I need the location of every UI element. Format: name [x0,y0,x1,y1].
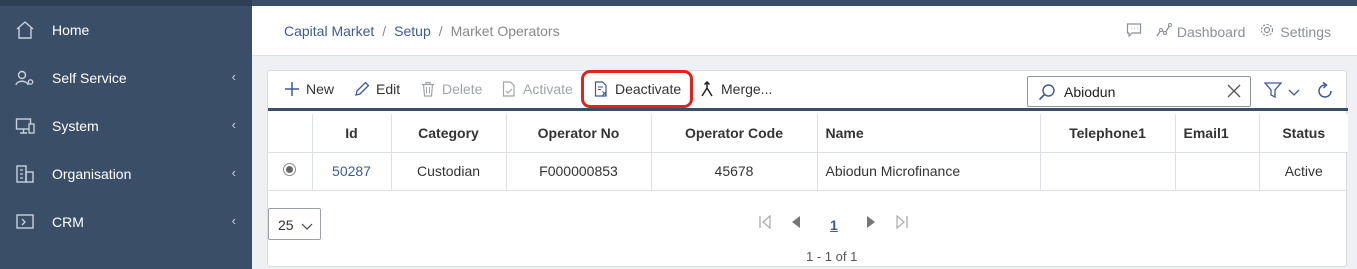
cell-id[interactable]: 50287 [312,152,392,191]
top-bar: Capital Market / Setup / Market Operator… [252,0,1357,56]
crm-icon [15,212,35,232]
home-icon [15,20,35,40]
settings-label: Settings [1280,23,1331,40]
sidebar-item-label: CRM [52,214,84,230]
activate-button[interactable]: Activate [501,81,573,97]
table-header-row: Id Category Operator No Operator Code Na… [268,114,1348,153]
deactivate-label: Deactivate [615,81,682,97]
breadcrumb-separator: / [382,23,387,39]
merge-icon [699,81,715,97]
main-content: Capital Market / Setup / Market Operator… [252,0,1357,269]
delete-label: Delete [442,81,483,97]
sidebar-item-system[interactable]: System ‹ [0,102,252,150]
breadcrumb-current: Market Operators [450,23,560,39]
settings-link[interactable]: Settings [1259,22,1331,41]
cell-operator-no: F000000853 [506,152,652,191]
refresh-icon [1315,81,1335,104]
dashboard-label: Dashboard [1176,23,1246,40]
delete-button[interactable]: Delete [420,81,482,97]
column-header-telephone1[interactable]: Telephone1 [1040,114,1176,153]
chevron-down-icon [1288,84,1300,100]
cell-operator-code: 45678 [651,152,818,191]
column-header-name[interactable]: Name [817,114,1041,153]
monitor-icon [15,116,35,136]
column-header-email1[interactable]: Email1 [1175,114,1260,153]
sidebar-item-home[interactable]: Home [0,6,252,54]
deactivate-button[interactable]: Deactivate [593,81,681,97]
table-row[interactable]: 50287 Custodian F000000853 45678 Abiodun… [268,152,1348,191]
breadcrumb: Capital Market / Setup / Market Operator… [284,23,560,39]
filter-icon [1263,82,1283,101]
previous-page-icon[interactable] [790,215,802,232]
column-header-category[interactable]: Category [391,114,507,153]
sidebar-item-crm[interactable]: CRM ‹ [0,198,252,246]
pager-info: 1 - 1 of 1 [806,249,858,264]
last-page-icon[interactable] [895,214,909,232]
sidebar: Home Self Service ‹ System ‹ Organisatio… [0,0,252,269]
comment-icon [1126,22,1142,41]
sidebar-item-label: Home [52,22,90,38]
search-input[interactable]: Abiodun [1027,76,1251,107]
chevron-left-icon: ‹ [231,69,236,84]
id-link[interactable]: 50287 [332,163,371,179]
page-size-value: 25 [278,217,294,233]
chevron-left-icon: ‹ [231,117,236,132]
top-actions: Dashboard Settings [1126,22,1331,41]
column-header-operator-no[interactable]: Operator No [506,114,652,153]
plus-icon [284,81,300,97]
toolbar: New Edit Delete Activate Deactivate Merg… [268,70,1348,111]
comments-button[interactable] [1126,22,1142,41]
edit-label: Edit [376,81,401,97]
refresh-button[interactable] [1315,81,1335,104]
column-header-operator-code[interactable]: Operator Code [651,114,818,153]
column-header-id[interactable]: Id [312,114,392,153]
sidebar-item-label: Organisation [52,166,132,182]
document-check-icon [501,81,517,97]
grid-card: New Edit Delete Activate Deactivate Merg… [267,70,1348,267]
pencil-icon [354,81,370,97]
merge-label: Merge... [721,81,773,97]
sidebar-item-organisation[interactable]: Organisation ‹ [0,150,252,198]
first-page-icon[interactable] [758,214,772,232]
chevron-left-icon: ‹ [231,165,236,180]
current-page-number[interactable]: 1 [830,217,838,233]
gear-icon [1259,22,1275,41]
new-label: New [306,81,335,97]
select-column-header [268,114,313,153]
page-size-select[interactable]: 25 [268,208,321,240]
breadcrumb-separator: / [438,23,443,39]
cell-category: Custodian [391,152,507,191]
document-x-icon [593,81,609,97]
activate-label: Activate [523,81,573,97]
breadcrumb-capital-market[interactable]: Capital Market [284,23,374,39]
row-radio-button[interactable] [283,163,297,176]
chevron-left-icon: ‹ [231,213,236,228]
dashboard-link[interactable]: Dashboard [1156,22,1246,41]
cell-status: Active [1259,152,1348,191]
chevron-down-icon [301,218,313,234]
row-select-cell[interactable] [268,152,313,191]
sidebar-item-label: Self Service [52,70,127,86]
sidebar-item-self-service[interactable]: Self Service ‹ [0,54,252,102]
cell-email1 [1175,152,1260,191]
edit-button[interactable]: Edit [354,81,400,97]
trash-icon [420,81,436,97]
search-icon [1038,83,1056,104]
building-icon [15,164,35,184]
chart-line-icon [1156,22,1172,41]
breadcrumb-setup[interactable]: Setup [394,23,431,39]
cell-name: Abiodun Microfinance [817,152,1041,191]
merge-button[interactable]: Merge... [699,81,772,97]
search-value: Abiodun [1064,84,1116,100]
operators-table: Id Category Operator No Operator Code Na… [268,114,1348,191]
column-header-status[interactable]: Status [1259,114,1348,153]
sidebar-item-label: System [52,118,99,134]
cell-telephone1 [1040,152,1176,191]
new-button[interactable]: New [284,81,334,97]
user-settings-icon [15,68,35,88]
filter-button[interactable] [1263,82,1300,101]
close-icon[interactable] [1226,83,1242,102]
next-page-icon[interactable] [865,215,877,232]
